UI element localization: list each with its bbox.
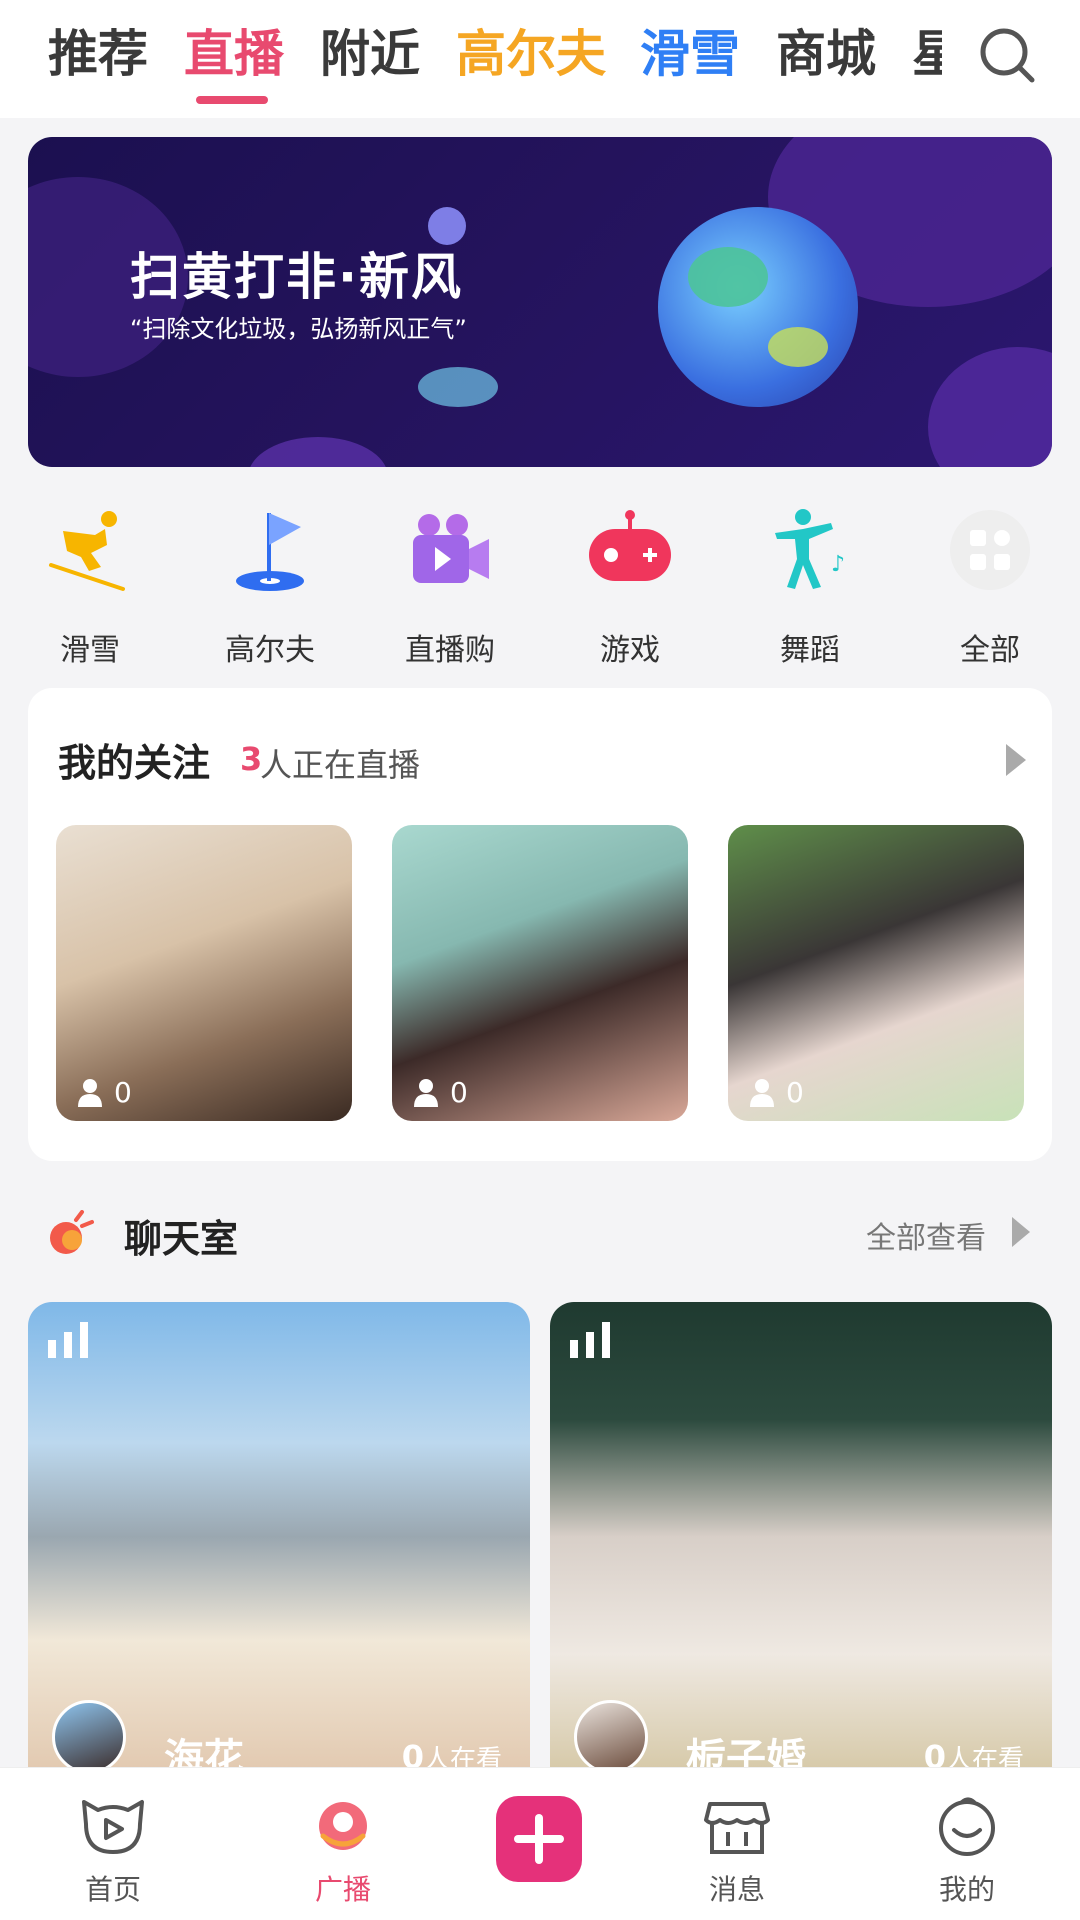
banner-title: 扫黄打非·新风 <box>130 248 463 306</box>
message-store-icon <box>704 1802 770 1854</box>
category-dance[interactable]: ♪ 舞蹈 <box>720 505 900 668</box>
tab-home[interactable]: 首页 <box>38 1796 188 1908</box>
skier-icon <box>49 511 125 591</box>
chatroom-card[interactable]: 海花 0人在看 <box>28 1302 530 1772</box>
banner-blob <box>928 347 1052 467</box>
tab-golf[interactable]: 高尔夫 <box>456 22 606 86</box>
tab-nearby[interactable]: 附近 <box>320 22 420 86</box>
live-stream-thumbnail[interactable]: 0 <box>728 825 1024 1121</box>
person-icon <box>414 1078 438 1107</box>
avatar <box>574 1700 648 1772</box>
tab-broadcast-label: 广播 <box>314 1873 371 1906</box>
signal-bars-icon <box>570 1322 610 1358</box>
bottom-nav: 首页 广播 消息 我的 <box>0 1767 1080 1920</box>
chatroom-icon <box>50 1210 94 1254</box>
category-label: 直播购 <box>405 633 495 668</box>
following-title: 我的关注 <box>58 741 211 785</box>
tab-live[interactable]: 直播 <box>184 22 284 86</box>
avatar <box>52 1700 126 1772</box>
search-icon[interactable] <box>978 26 1038 86</box>
category-label: 高尔夫 <box>225 633 315 668</box>
broadcast-icon <box>319 1802 367 1850</box>
tab-broadcast[interactable]: 广播 <box>268 1796 418 1908</box>
golf-flag-icon <box>236 513 304 591</box>
tab-messages-label: 消息 <box>708 1873 765 1906</box>
category-golf[interactable]: 高尔夫 <box>180 505 360 668</box>
live-stream-thumbnail[interactable]: 0 <box>392 825 688 1121</box>
promo-banner[interactable]: 扫黄打非·新风 “扫除文化垃圾，弘扬新风正气” <box>28 137 1052 467</box>
viewer-count-value: 0 <box>114 1076 132 1109</box>
tab-mall[interactable]: 商城 <box>776 22 876 86</box>
dancer-icon: ♪ <box>775 509 845 589</box>
banner-subtitle: “扫除文化垃圾，弘扬新风正气” <box>130 315 467 343</box>
viewer-count: 0 <box>412 1076 468 1109</box>
live-count-text: 人正在直播 <box>260 746 421 784</box>
home-icon <box>82 1800 144 1854</box>
plus-icon <box>514 1814 564 1864</box>
viewer-count-value: 0 <box>786 1076 804 1109</box>
banner-blob <box>248 437 388 467</box>
category-label: 全部 <box>960 633 1020 668</box>
category-live-shopping[interactable]: 直播购 <box>360 505 540 668</box>
tab-profile-label: 我的 <box>938 1873 995 1906</box>
chevron-right-icon[interactable] <box>1004 742 1028 778</box>
tab-profile[interactable]: 我的 <box>892 1796 1042 1908</box>
category-label: 游戏 <box>600 633 660 668</box>
chatroom-card[interactable]: 栀子婚 0人在看 <box>550 1302 1052 1772</box>
top-nav: 推荐 直播 附近 高尔夫 滑雪 商城 星 <box>0 0 1080 118</box>
tab-ski[interactable]: 滑雪 <box>640 22 740 86</box>
category-all[interactable]: 全部 <box>900 505 1080 668</box>
gamepad-icon <box>589 510 671 581</box>
category-ski[interactable]: 滑雪 <box>0 505 180 668</box>
chatroom-name: 栀子婚 <box>686 1736 806 1772</box>
person-icon <box>78 1078 102 1107</box>
tab-messages[interactable]: 消息 <box>662 1796 812 1908</box>
tab-star-partial[interactable]: 星 <box>912 22 942 86</box>
following-card: 我的关注 3 人正在直播 0 0 0 <box>28 688 1052 1161</box>
active-tab-indicator <box>196 96 268 104</box>
grid-icon <box>950 510 1030 590</box>
chatroom-name: 海花 <box>164 1736 244 1772</box>
tab-recommend[interactable]: 推荐 <box>48 22 148 86</box>
signal-bars-icon <box>48 1322 88 1358</box>
category-label: 舞蹈 <box>780 633 840 668</box>
globe-land <box>688 247 768 307</box>
category-label: 滑雪 <box>60 633 120 668</box>
viewer-count-value: 0 <box>450 1076 468 1109</box>
tab-home-label: 首页 <box>84 1873 141 1906</box>
create-button[interactable] <box>496 1796 582 1882</box>
live-count: 3 <box>240 740 263 778</box>
globe-illustration <box>658 207 858 407</box>
chatroom-title: 聊天室 <box>124 1217 239 1261</box>
view-all-link[interactable]: 全部查看 <box>866 1213 986 1257</box>
profile-icon <box>939 1797 995 1856</box>
person-icon <box>750 1078 774 1107</box>
svg-text:♪: ♪ <box>831 552 845 577</box>
category-game[interactable]: 游戏 <box>540 505 720 668</box>
viewer-count: 0 <box>76 1076 132 1109</box>
video-camera-icon <box>413 514 489 583</box>
globe-land <box>768 327 828 367</box>
island-illustration <box>418 367 498 407</box>
chevron-right-icon[interactable] <box>1010 1215 1032 1249</box>
live-stream-thumbnail[interactable]: 0 <box>56 825 352 1121</box>
viewer-count: 0 <box>748 1076 804 1109</box>
